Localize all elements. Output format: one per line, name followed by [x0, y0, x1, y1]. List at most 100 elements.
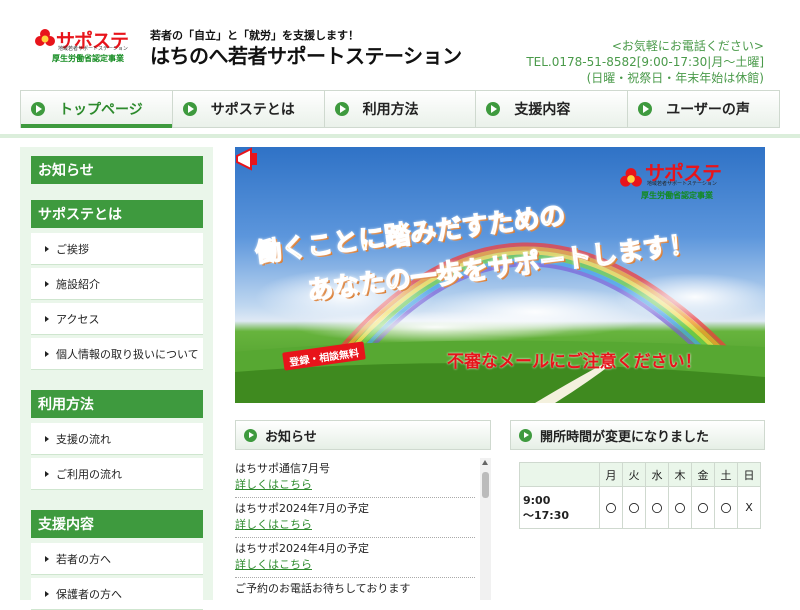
nav-usage[interactable]: 利用方法	[325, 91, 477, 127]
table-corner	[519, 462, 600, 487]
saposute-flower-icon	[35, 29, 55, 46]
sidebar-item-label: ご利用の流れ	[56, 467, 122, 481]
arrow-right-icon	[45, 470, 49, 477]
contact-phone[interactable]: TEL.0178-51-8582[9:00-17:30|月〜土曜]	[526, 54, 764, 70]
site-logo[interactable]: サポステ 地域若者サポートステーション 厚生労働省認定事業	[34, 28, 146, 66]
news-header: お知らせ	[235, 420, 491, 450]
global-nav: トップページ サポステとは 利用方法 支援内容 ユーザーの声	[20, 90, 780, 128]
hours-header: 開所時間が変更になりました	[510, 420, 765, 450]
day-header: 木	[668, 462, 692, 487]
play-circle-icon	[638, 102, 653, 116]
news-detail-link[interactable]: 詳しくはこちら	[235, 558, 312, 571]
play-circle-icon	[334, 102, 349, 116]
table-row: 9:00 〜17:30 〇 〇 〇 〇 〇 〇 X	[519, 486, 761, 529]
sidebar-item-label: 保護者の方へ	[56, 587, 122, 601]
sidebar-item-support-flow[interactable]: 支援の流れ	[31, 423, 203, 455]
arrow-right-icon	[45, 245, 49, 252]
sidebar-item-label: 施設紹介	[56, 277, 100, 291]
play-circle-icon	[519, 428, 532, 442]
news-entry-title: はちサポ2024年7月の予定	[235, 502, 369, 515]
hours-section: 開所時間が変更になりました 月 火 水 木 金 土 日 9:00 〜17:30 …	[510, 420, 765, 540]
news-title: お知らせ	[265, 429, 317, 445]
sidebar: お知らせ サポステとは ご挨拶 施設紹介 アクセス 個人情報の取り扱いについて …	[20, 147, 213, 610]
day-header: 土	[714, 462, 738, 487]
saposute-flower-icon	[620, 168, 642, 187]
day-header: 水	[645, 462, 669, 487]
news-list: はちサポ通信7月号 詳しくはこちら はちサポ2024年7月の予定 詳しくはこちら…	[235, 458, 475, 600]
arrow-right-icon	[45, 590, 49, 597]
day-header: 金	[691, 462, 715, 487]
open-mark: 〇	[691, 486, 715, 529]
table-row: 月 火 水 木 金 土 日	[519, 462, 761, 487]
banner-logo-certification: 厚生労働省認定事業	[641, 191, 713, 200]
time-end: 〜17:30	[523, 508, 570, 522]
hours-table: 月 火 水 木 金 土 日 9:00 〜17:30 〇 〇 〇 〇 〇 〇 X	[519, 462, 761, 529]
nav-label: トップページ	[59, 102, 143, 118]
news-entry-title: ご予約のお電話お待ちしております	[235, 582, 411, 595]
sidebar-item-label: 個人情報の取り扱いについて	[56, 347, 199, 361]
list-item: ご予約のお電話お待ちしております	[235, 578, 475, 600]
sidebar-item-label: アクセス	[56, 312, 100, 326]
news-entry-title: はちサポ通信7月号	[235, 462, 330, 475]
contact-closed-days: (日曜・祝祭日・年末年始は休館)	[586, 71, 764, 85]
arrow-right-icon	[45, 435, 49, 442]
hero-banner[interactable]: サポステ 地域若者サポートステーション 厚生労働省認定事業 働くことに踏みだすた…	[235, 147, 765, 403]
sidebar-heading-about[interactable]: サポステとは	[31, 200, 203, 228]
scroll-up-icon[interactable]	[482, 460, 488, 465]
nav-label: ユーザーの声	[666, 102, 750, 118]
open-mark: 〇	[622, 486, 646, 529]
news-detail-link[interactable]: 詳しくはこちら	[235, 518, 312, 531]
news-scrollbar[interactable]	[480, 458, 491, 600]
time-start: 9:00	[523, 493, 551, 507]
play-circle-icon	[244, 428, 257, 442]
sidebar-item-access[interactable]: アクセス	[31, 303, 203, 335]
divider	[0, 134, 800, 138]
nav-user-voices[interactable]: ユーザーの声	[628, 91, 779, 127]
banner-logo-subtitle: 地域若者サポートステーション	[647, 181, 717, 187]
nav-support[interactable]: 支援内容	[476, 91, 629, 127]
sidebar-heading-usage[interactable]: 利用方法	[31, 390, 203, 418]
nav-label: 支援内容	[514, 102, 571, 118]
sidebar-heading-support[interactable]: 支援内容	[31, 510, 203, 538]
list-item: はちサポ通信7月号 詳しくはこちら	[235, 458, 475, 498]
nav-about[interactable]: サポステとは	[173, 91, 325, 127]
contact-prompt: <お気軽にお電話ください>	[611, 39, 764, 53]
arrow-right-icon	[45, 555, 49, 562]
site-header: サポステ 地域若者サポートステーション 厚生労働省認定事業 若者の「自立」と「就…	[0, 0, 800, 90]
scroll-thumb[interactable]	[482, 472, 489, 498]
sidebar-item-for-parents[interactable]: 保護者の方へ	[31, 578, 203, 610]
play-circle-icon	[31, 102, 45, 116]
day-header: 火	[622, 462, 646, 487]
sidebar-item-label: 若者の方へ	[56, 552, 111, 566]
open-mark: X	[737, 486, 761, 529]
logo-certification: 厚生労働省認定事業	[52, 54, 124, 63]
site-name: はちのへ若者サポートステーション	[150, 44, 462, 68]
banner-warning: 不審なメールにご注意ください！	[447, 352, 702, 372]
sidebar-item-usage-flow[interactable]: ご利用の流れ	[31, 458, 203, 490]
megaphone-icon	[236, 147, 257, 171]
open-mark: 〇	[668, 486, 692, 529]
play-circle-icon	[486, 102, 501, 116]
play-circle-icon	[182, 102, 197, 116]
day-header: 月	[599, 462, 623, 487]
news-entry-title: はちサポ2024年4月の予定	[235, 542, 369, 555]
logo-subtitle: 地域若者サポートステーション	[58, 46, 128, 52]
sidebar-item-greeting[interactable]: ご挨拶	[31, 233, 203, 265]
news-detail-link[interactable]: 詳しくはこちら	[235, 478, 312, 491]
sidebar-heading-news[interactable]: お知らせ	[31, 156, 203, 184]
nav-top-page[interactable]: トップページ	[21, 91, 173, 128]
sidebar-item-privacy[interactable]: 個人情報の取り扱いについて	[31, 338, 203, 370]
open-mark: 〇	[645, 486, 669, 529]
list-item: はちサポ2024年4月の予定 詳しくはこちら	[235, 538, 475, 578]
nav-label: サポステとは	[210, 102, 295, 118]
sidebar-item-for-youth[interactable]: 若者の方へ	[31, 543, 203, 575]
sidebar-item-label: 支援の流れ	[56, 432, 111, 446]
hours-title: 開所時間が変更になりました	[540, 429, 710, 445]
open-mark: 〇	[599, 486, 623, 529]
arrow-right-icon	[45, 280, 49, 287]
contact-info: <お気軽にお電話ください> TEL.0178-51-8582[9:00-17:3…	[526, 38, 764, 86]
sidebar-item-facility[interactable]: 施設紹介	[31, 268, 203, 300]
list-item: はちサポ2024年7月の予定 詳しくはこちら	[235, 498, 475, 538]
day-header: 日	[737, 462, 761, 487]
arrow-right-icon	[45, 350, 49, 357]
